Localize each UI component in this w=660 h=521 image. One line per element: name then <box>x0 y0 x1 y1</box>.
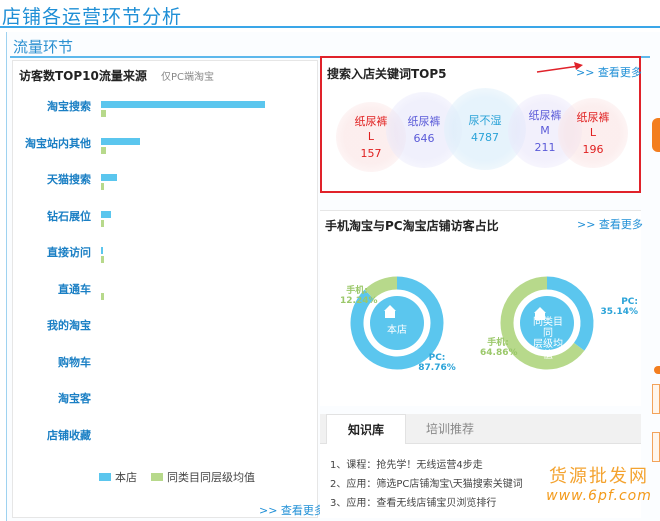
peer-bar <box>101 183 105 190</box>
peer-bar <box>101 146 106 154</box>
peer-pc-name: PC: <box>621 297 638 307</box>
traffic-source-label: 我的淘宝 <box>47 319 91 332</box>
store-bar <box>101 137 141 145</box>
traffic-source-title: 访客数TOP10流量来源 <box>19 69 147 83</box>
traffic-source-label: 钻石展位 <box>47 209 91 223</box>
traffic-source-label: 淘宝搜索 <box>47 100 91 113</box>
peer-mobile-value: 64.86% <box>480 348 518 358</box>
store-bar <box>101 174 118 181</box>
traffic-source-panel: 访客数TOP10流量来源 仅PC端淘宝 淘宝搜索淘宝站内其他天猫搜索钻石展位直接… <box>12 60 325 518</box>
knowledge-item-3[interactable]: 3、应用：查看无线店铺宝贝浏览排行 <box>330 494 523 513</box>
traffic-source-label: 店铺收藏 <box>47 428 91 442</box>
keyword-text: 纸尿裤 <box>528 108 562 122</box>
keyword-text: 纸尿裤 <box>576 110 610 124</box>
traffic-source-label: 天猫搜索 <box>47 173 91 186</box>
keyword-size: L <box>367 129 375 143</box>
tab-training[interactable]: 培训推荐 <box>410 414 490 444</box>
traffic-more-link[interactable]: >> 查看更多 <box>259 502 325 518</box>
store-bar <box>101 101 265 108</box>
knowledge-tabs: 知识库 培训推荐 <box>320 414 641 444</box>
traffic-source-label: 购物车 <box>58 355 91 369</box>
legend-store-swatch <box>99 473 111 481</box>
peer-center-line2: 层级均值 <box>533 339 563 361</box>
peer-center-line1: 同类目同 <box>533 317 563 339</box>
keyword-bubble[interactable]: 纸尿裤 L 196 <box>558 98 628 168</box>
knowledge-list: 1、课程：抢先学！无线运营4步走 2、应用：筛选PC店铺淘宝\天猫搜索关键词 3… <box>330 456 523 513</box>
traffic-source-subtitle: 仅PC端淘宝 <box>161 72 215 83</box>
title-divider <box>0 26 660 28</box>
keywords-card: 搜索入店关键词TOP5 >> 查看更多 纸尿裤 L 157 纸尿裤 646 尿不湿 4787… <box>320 56 642 193</box>
device-ratio-card: 手机淘宝与PC淘宝店铺访客占比 >> 查看更多 本店 同类目同 层级均值 手机:… <box>320 210 643 406</box>
peer-pc-label: PC: 35.14% <box>600 297 639 317</box>
store-pc-name: PC: <box>428 353 446 363</box>
keywords-title: 搜索入店关键词TOP5 <box>327 67 447 81</box>
legend-peer-swatch <box>151 473 163 481</box>
traffic-source-label: 直通车 <box>58 282 91 296</box>
peer-bar <box>101 110 106 117</box>
page-title: 店铺各运营环节分析 <box>2 6 183 28</box>
knowledge-item-2[interactable]: 2、应用：筛选PC店铺淘宝\天猫搜索关键词 <box>330 475 523 494</box>
keyword-visitors: 4787 <box>471 131 499 144</box>
side-float-tab[interactable] <box>652 118 660 152</box>
side-float-dot[interactable] <box>654 366 660 374</box>
store-pc-label: PC: 87.76% <box>418 353 456 373</box>
keyword-text: 纸尿裤 <box>354 114 388 128</box>
watermark: 货源批发网 www.6pf.com <box>540 462 658 504</box>
keyword-visitors: 646 <box>413 132 435 145</box>
keyword-size: M <box>540 123 550 137</box>
keyword-text: 纸尿裤 <box>407 115 441 128</box>
keywords-more-link[interactable]: >> 查看更多 <box>576 64 642 80</box>
traffic-source-label: 直接访问 <box>47 246 91 259</box>
store-bar <box>101 247 103 254</box>
keyword-visitors: 211 <box>534 140 556 154</box>
red-arrow-annotation <box>536 62 583 73</box>
keyword-visitors: 157 <box>360 146 382 160</box>
traffic-source-label: 淘宝站内其他 <box>25 136 91 150</box>
device-donuts <box>350 276 594 370</box>
device-ratio-more-link[interactable]: >> 查看更多 <box>577 216 643 232</box>
keyword-text: 尿不湿 <box>468 114 502 127</box>
store-mobile-name: 手机: <box>346 286 368 296</box>
peer-bar <box>101 256 104 263</box>
watermark-line1: 货源批发网 <box>549 466 649 487</box>
legend-peer-label: 同类目同层级均值 <box>167 471 255 484</box>
section-title: 流量环节 <box>13 38 74 56</box>
knowledge-item-1[interactable]: 1、课程：抢先学！无线运营4步走 <box>330 456 523 475</box>
store-pc-value: 87.76% <box>418 363 456 373</box>
side-float-box-1[interactable] <box>652 384 660 414</box>
peer-mobile-name: 手机: <box>487 338 509 348</box>
peer-mobile-label: 手机: 64.86% <box>480 335 518 358</box>
peer-pc-value: 35.14% <box>600 307 639 317</box>
traffic-legend: 本店 同类目同层级均值 <box>99 469 255 485</box>
legend-store-label: 本店 <box>115 471 137 484</box>
store-mobile-label: 手机: 12.24% <box>340 283 378 306</box>
peer-bar <box>101 219 104 227</box>
peer-donut-center: 同类目同 层级均值 <box>529 317 567 361</box>
store-bar <box>101 210 111 218</box>
traffic-source-label: 淘宝客 <box>58 392 91 405</box>
keyword-size: L <box>589 125 597 139</box>
peer-bar <box>101 292 104 300</box>
keyword-visitors: 196 <box>582 142 604 156</box>
store-mobile-value: 12.24% <box>340 296 378 306</box>
side-float-box-2[interactable] <box>652 432 660 462</box>
tab-knowledge-base[interactable]: 知识库 <box>326 414 406 444</box>
store-donut-center: 本店 <box>387 325 407 336</box>
donut-center-disc <box>370 296 424 350</box>
device-ratio-title: 手机淘宝与PC淘宝店铺访客占比 <box>325 219 499 233</box>
watermark-line2: www.6pf.com <box>546 488 652 504</box>
